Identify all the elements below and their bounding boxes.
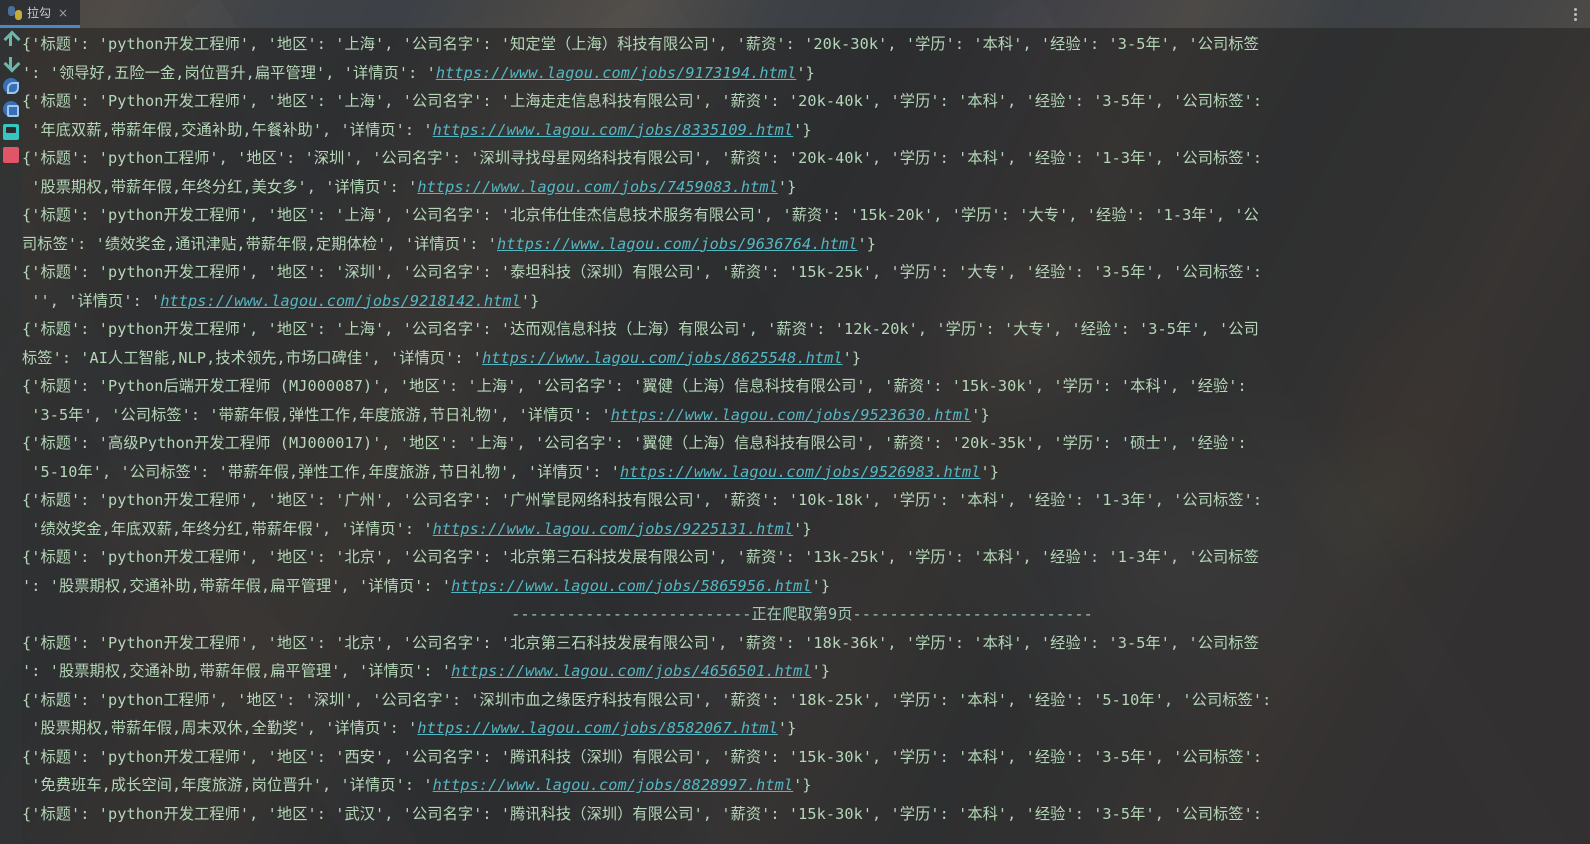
console-output[interactable]: {'标题': 'python开发工程师', '地区': '上海', '公司名字'… bbox=[22, 30, 1582, 844]
console-output-line: ': '领导好,五险一金,岗位晋升,扁平管理', '详情页': 'https:/… bbox=[22, 59, 1582, 88]
console-output-line: ': '股票期权,交通补助,带薪年假,扁平管理', '详情页': 'https:… bbox=[22, 572, 1582, 601]
console-output-line: {'标题': 'python开发工程师', '地区': '上海', '公司名字'… bbox=[22, 30, 1582, 59]
job-detail-link[interactable]: https://www.lagou.com/jobs/8335109.html bbox=[433, 121, 794, 139]
console-output-line: '3-5年', '公司标签': '带薪年假,弹性工作,年度旅游,节日礼物', '… bbox=[22, 401, 1582, 430]
output-text: ': '股票期权,交通补助,带薪年假,扁平管理', '详情页': ' bbox=[22, 576, 452, 595]
job-detail-link[interactable]: https://www.lagou.com/jobs/8828997.html bbox=[433, 776, 794, 794]
dot bbox=[1573, 7, 1577, 11]
console-output-line: {'标题': 'python开发工程师', '地区': '上海', '公司名字'… bbox=[22, 201, 1582, 230]
output-text: {'标题': 'python开发工程师', '地区': '北京', '公司名字'… bbox=[22, 548, 1259, 566]
output-text: '} bbox=[793, 776, 812, 794]
output-text: {'标题': 'Python开发工程师', '地区': '北京', '公司名字'… bbox=[22, 633, 1259, 652]
console-output-line: {'标题': 'python开发工程师', '地区': '广州', '公司名字'… bbox=[22, 486, 1582, 515]
job-detail-link[interactable]: https://www.lagou.com/jobs/9173194.html bbox=[436, 64, 797, 82]
console-output-line: {'标题': 'python开发工程师', '地区': '武汉', '公司名字'… bbox=[22, 800, 1582, 829]
console-gutter-toolbar bbox=[0, 28, 22, 844]
job-detail-link[interactable]: https://www.lagou.com/jobs/9636764.html bbox=[497, 235, 858, 253]
console-output-line: 司标签': '绩效奖金,通讯津贴,带薪年假,定期体检', '详情页': 'htt… bbox=[22, 230, 1582, 259]
output-text: '} bbox=[811, 576, 831, 595]
printer-icon[interactable] bbox=[3, 124, 19, 140]
output-text: '} bbox=[793, 519, 812, 538]
output-text: {'标题': 'python开发工程师', '地区': '上海', '公司名字'… bbox=[22, 35, 1259, 53]
python-logo-icon bbox=[8, 5, 22, 20]
output-text: '} bbox=[857, 234, 876, 253]
run-toolwindow-tabbar: 拉勾 × bbox=[0, 0, 1590, 28]
tab-lagou[interactable]: 拉勾 × bbox=[0, 0, 80, 28]
output-text: ': '股票期权,交通补助,带薪年假,扁平管理', '详情页': ' bbox=[22, 662, 452, 680]
vertical-dots-icon[interactable] bbox=[1566, 4, 1584, 24]
job-detail-link[interactable]: https://www.lagou.com/jobs/4656501.html bbox=[451, 662, 812, 680]
console-output-line: '', '详情页': 'https://www.lagou.com/jobs/9… bbox=[22, 287, 1582, 316]
close-icon[interactable]: × bbox=[58, 6, 68, 20]
dot bbox=[1573, 17, 1577, 21]
output-text: '', '详情页': ' bbox=[22, 291, 161, 310]
console-output-line: {'标题': 'python开发工程师', '地区': '深圳', '公司名字'… bbox=[22, 258, 1582, 287]
console-output-line: {'标题': '高级Python开发工程师 (MJ000017)', '地区':… bbox=[22, 429, 1582, 458]
output-text: '} bbox=[842, 348, 862, 367]
arrow-up-icon[interactable] bbox=[3, 32, 19, 48]
output-text: '} bbox=[777, 719, 797, 737]
output-text: '} bbox=[811, 662, 831, 680]
output-text: {'标题': 'python开发工程师', '地区': '上海', '公司名字'… bbox=[22, 320, 1259, 338]
dot bbox=[1573, 12, 1577, 16]
output-text: {'标题': 'python开发工程师', '地区': '武汉', '公司名字'… bbox=[22, 804, 1272, 823]
output-text: '年底双薪,带薪年假,交通补助,午餐补助', '详情页': ' bbox=[22, 120, 433, 139]
console-output-line: {'标题': 'Python开发工程师', '地区': '北京', '公司名字'… bbox=[22, 629, 1582, 658]
output-text: {'标题': 'python开发工程师', '地区': '深圳', '公司名字'… bbox=[22, 263, 1272, 281]
separator-text: --------------------------正在爬取第9页-------… bbox=[511, 605, 1093, 623]
output-text: '} bbox=[793, 120, 812, 139]
output-text: {'标题': 'python工程师', '地区': '深圳', '公司名字': … bbox=[22, 149, 1272, 167]
console-output-line: '股票期权,带薪年假,年终分红,美女多', '详情页': 'https://ww… bbox=[22, 173, 1582, 202]
console-output-line: {'标题': 'python开发工程师', '地区': '北京', '公司名字'… bbox=[22, 543, 1582, 572]
stop-square-icon[interactable] bbox=[3, 147, 19, 163]
output-text: ': '领导好,五险一金,岗位晋升,扁平管理', '详情页': ' bbox=[22, 63, 436, 82]
console-separator-line: --------------------------正在爬取第9页-------… bbox=[22, 600, 1582, 629]
job-detail-link[interactable]: https://www.lagou.com/jobs/9526983.html bbox=[620, 463, 981, 481]
console-output-line: {'标题': 'Python开发工程师', '地区': '上海', '公司名字'… bbox=[22, 87, 1582, 116]
console-output-line: 标签': 'AI人工智能,NLP,技术领先,市场口碑佳', '详情页': 'ht… bbox=[22, 344, 1582, 373]
output-text: {'标题': '高级Python开发工程师 (MJ000017)', '地区':… bbox=[22, 434, 1257, 452]
console-output-line: {'标题': 'python工程师', '地区': '深圳', '公司名字': … bbox=[22, 144, 1582, 173]
console-output-line: '5-10年', '公司标签': '带薪年假,弹性工作,年度旅游,节日礼物', … bbox=[22, 458, 1582, 487]
output-text: '3-5年', '公司标签': '带薪年假,弹性工作,年度旅游,节日礼物', '… bbox=[22, 405, 611, 424]
output-text: {'标题': 'Python开发工程师', '地区': '上海', '公司名字'… bbox=[22, 92, 1272, 110]
job-detail-link[interactable]: https://www.lagou.com/jobs/8625548.html bbox=[482, 349, 843, 367]
job-detail-link[interactable]: https://www.lagou.com/jobs/8582067.html bbox=[417, 719, 778, 737]
output-text: '股票期权,带薪年假,年终分红,美女多', '详情页': ' bbox=[22, 177, 418, 196]
output-text: {'标题': 'python开发工程师', '地区': '西安', '公司名字'… bbox=[22, 747, 1272, 766]
output-text: 司标签': '绩效奖金,通讯津贴,带薪年假,定期体检', '详情页': ' bbox=[22, 234, 497, 253]
output-text: 标签': 'AI人工智能,NLP,技术领先,市场口碑佳', '详情页': ' bbox=[22, 348, 483, 367]
tab-label: 拉勾 bbox=[27, 6, 52, 20]
console-output-line: {'标题': 'Python后端开发工程师 (MJ000087)', '地区':… bbox=[22, 372, 1582, 401]
job-detail-link[interactable]: https://www.lagou.com/jobs/7459083.html bbox=[417, 178, 778, 196]
job-detail-link[interactable]: https://www.lagou.com/jobs/9225131.html bbox=[433, 520, 794, 538]
output-text: '} bbox=[520, 291, 540, 310]
output-text: '} bbox=[777, 177, 797, 196]
job-detail-link[interactable]: https://www.lagou.com/jobs/9523630.html bbox=[611, 406, 972, 424]
job-detail-link[interactable]: https://www.lagou.com/jobs/9218142.html bbox=[160, 292, 521, 310]
arrow-down-icon[interactable] bbox=[3, 55, 19, 71]
job-detail-link[interactable]: https://www.lagou.com/jobs/5865956.html bbox=[451, 577, 812, 595]
output-text: {'标题': 'python开发工程师', '地区': '上海', '公司名字'… bbox=[22, 206, 1259, 224]
output-text: {'标题': 'python工程师', '地区': '深圳', '公司名字': … bbox=[22, 690, 1281, 709]
output-text: {'标题': 'python开发工程师', '地区': '广州', '公司名字'… bbox=[22, 491, 1272, 509]
output-text: '股票期权,带薪年假,周末双休,全勤奖', '详情页': ' bbox=[22, 719, 418, 737]
output-text: {'标题': 'Python后端开发工程师 (MJ000087)', '地区':… bbox=[22, 377, 1257, 395]
console-output-line: {'标题': 'python开发工程师', '地区': '西安', '公司名字'… bbox=[22, 743, 1582, 772]
console-output-line: {'标题': 'python工程师', '地区': '深圳', '公司名字': … bbox=[22, 686, 1582, 715]
console-output-line: '年底双薪,带薪年假,交通补助,午餐补助', '详情页': 'https://w… bbox=[22, 116, 1582, 145]
output-text: '} bbox=[796, 63, 815, 82]
output-text: '} bbox=[980, 462, 1000, 481]
console-output-line: '免费班车,成长空间,年度旅游,岗位晋升', '详情页': 'https://w… bbox=[22, 771, 1582, 800]
console-output-line: '绩效奖金,年底双薪,年终分红,带薪年假', '详情页': 'https://w… bbox=[22, 515, 1582, 544]
output-text: '绩效奖金,年底双薪,年终分红,带薪年假', '详情页': ' bbox=[22, 519, 433, 538]
output-text: '5-10年', '公司标签': '带薪年假,弹性工作,年度旅游,节日礼物', … bbox=[22, 462, 620, 481]
soft-wrap-icon[interactable] bbox=[3, 78, 19, 94]
output-text: '} bbox=[971, 405, 990, 424]
console-output-line: {'标题': 'python开发工程师', '地区': '上海', '公司名字'… bbox=[22, 315, 1582, 344]
output-text: '免费班车,成长空间,年度旅游,岗位晋升', '详情页': ' bbox=[22, 776, 433, 794]
console-output-line: '股票期权,带薪年假,周末双休,全勤奖', '详情页': 'https://ww… bbox=[22, 714, 1582, 743]
console-output-line: ': '股票期权,交通补助,带薪年假,扁平管理', '详情页': 'https:… bbox=[22, 657, 1582, 686]
scroll-end-icon[interactable] bbox=[3, 101, 19, 117]
